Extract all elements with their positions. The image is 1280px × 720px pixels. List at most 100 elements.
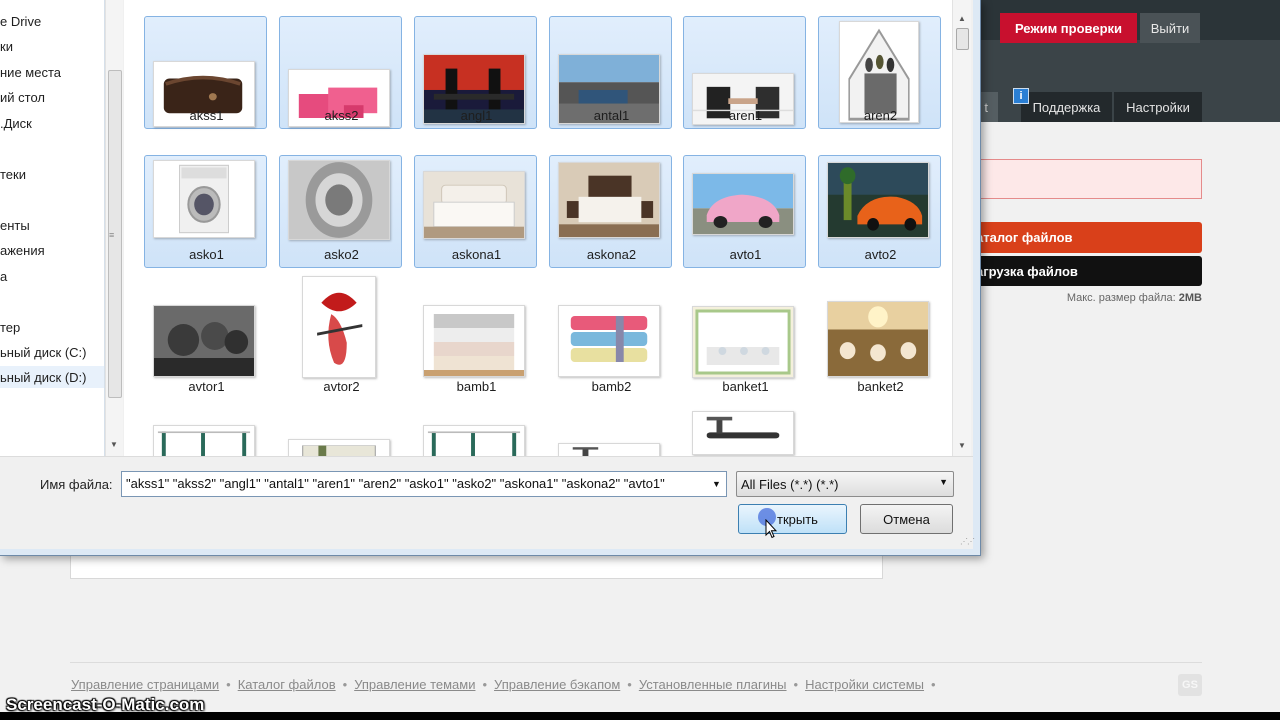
nav-item[interactable]: ние места: [0, 61, 104, 83]
file-tile[interactable]: avtor1: [144, 270, 267, 400]
shelf-icon: [423, 425, 525, 456]
open-button[interactable]: ткрыть: [738, 504, 847, 534]
review-mode-button[interactable]: Режим проверки: [1000, 13, 1137, 43]
footer-separator: •: [931, 677, 936, 692]
footer-separator: •: [342, 677, 348, 692]
file-tile[interactable]: [683, 410, 806, 456]
file-tile[interactable]: [414, 410, 537, 456]
file-tile[interactable]: banket2: [818, 270, 941, 400]
file-name: avto2: [864, 247, 897, 262]
file-catalog-button[interactable]: аталог файлов: [960, 222, 1202, 253]
chevron-down-icon: ▼: [939, 477, 948, 487]
scroll-down-icon[interactable]: ▼: [958, 441, 966, 450]
filename-input[interactable]: "akss1" "akss2" "angl1" "antal1" "aren1"…: [121, 471, 727, 497]
file-tile[interactable]: askona1: [414, 155, 537, 268]
nav-item[interactable]: [0, 188, 104, 210]
file-name: askona1: [451, 247, 502, 262]
nav-item[interactable]: e Drive: [0, 10, 104, 32]
footer-link-themes[interactable]: Управление темами: [354, 677, 475, 692]
nav-item[interactable]: ьный диск (C:): [0, 341, 104, 363]
footer-separator: •: [793, 677, 799, 692]
footer-link-catalog[interactable]: Каталог файлов: [238, 677, 336, 692]
file-name: bamb1: [456, 379, 497, 394]
info-icon: i: [1013, 88, 1029, 104]
resize-grip-icon[interactable]: ⋰⋰: [960, 537, 975, 546]
file-tile[interactable]: bamb2: [549, 270, 672, 400]
file-name: asko2: [324, 247, 359, 262]
nav-item[interactable]: а: [0, 265, 104, 287]
logout-button[interactable]: Выйти: [1140, 13, 1200, 43]
nav-item[interactable]: ки: [0, 35, 104, 57]
nav-item[interactable]: ьный диск (D:): [0, 366, 104, 388]
file-name: asko1: [189, 247, 224, 262]
file-name: avtor2: [323, 379, 360, 394]
nav-item[interactable]: ий стол: [0, 86, 104, 108]
scroll-grip-icon: ≡: [109, 230, 115, 240]
nav-item[interactable]: теки: [0, 163, 104, 185]
file-tile[interactable]: [144, 410, 267, 456]
file-name: avto1: [729, 247, 762, 262]
towels-light-icon: [423, 305, 525, 377]
filename-label: Имя файла:: [40, 477, 113, 492]
file-name: aren1: [728, 108, 763, 123]
nav-item[interactable]: [0, 290, 104, 312]
file-list: akss1 akss2 angl1 antal1 aren1 aren2 asko1 asko…: [124, 0, 952, 456]
bedroom-icon: [558, 162, 660, 238]
scroll-up-icon[interactable]: ▲: [958, 14, 966, 23]
nav-item[interactable]: .Диск: [0, 112, 104, 134]
file-name: antal1: [593, 108, 630, 123]
file-name: akss2: [324, 108, 359, 123]
treadmill-icon: [558, 443, 660, 456]
file-name: angl1: [460, 108, 493, 123]
nav-item[interactable]: [0, 137, 104, 159]
file-tile[interactable]: angl1: [414, 16, 537, 129]
cancel-button[interactable]: Отмена: [860, 504, 953, 534]
file-tile[interactable]: asko2: [279, 155, 402, 268]
file-tile[interactable]: askona2: [549, 155, 672, 268]
footer-link-pages[interactable]: Управление страницами: [71, 677, 219, 692]
footer-link-backup[interactable]: Управление бэкапом: [494, 677, 620, 692]
file-tile[interactable]: avtor2: [279, 270, 402, 400]
file-tile[interactable]: avto2: [818, 155, 941, 268]
footer-divider: [70, 662, 1202, 663]
washing-machine-icon: [153, 160, 255, 238]
pink-car-icon: [692, 173, 794, 235]
navigation-pane: e Drive ки ние места ий стол .Диск теки енты аж…: [0, 0, 105, 456]
file-tile[interactable]: avto1: [683, 155, 806, 268]
max-size-value: 2MB: [1178, 292, 1202, 304]
file-upload-button[interactable]: агрузка файлов: [960, 256, 1202, 286]
nav-item[interactable]: ажения: [0, 239, 104, 261]
tab-settings[interactable]: Настройки: [1114, 92, 1202, 122]
footer-link-settings[interactable]: Настройки системы: [805, 677, 924, 692]
nav-item[interactable]: тер: [0, 316, 104, 338]
scroll-down-icon[interactable]: ▼: [110, 440, 118, 449]
file-tile[interactable]: banket1: [683, 270, 806, 400]
file-tile[interactable]: akss1: [144, 16, 267, 129]
file-type-select[interactable]: All Files (*.*) (*.*) ▼: [736, 471, 954, 497]
shelf-icon: [153, 425, 255, 456]
box-icon: [288, 439, 390, 456]
max-file-size-note: Макс. размер файла: 2MB: [1067, 292, 1202, 304]
file-name: aren2: [863, 108, 898, 123]
file-tile[interactable]: bamb1: [414, 270, 537, 400]
footer-link-plugins[interactable]: Установленные плагины: [639, 677, 787, 692]
nav-item[interactable]: енты: [0, 214, 104, 236]
file-tile[interactable]: akss2: [279, 16, 402, 129]
files-scroll-thumb[interactable]: [956, 28, 969, 50]
file-tile[interactable]: aren1: [683, 16, 806, 129]
file-tile[interactable]: [279, 410, 402, 456]
files-scrollbar[interactable]: ▲ ▼: [952, 0, 971, 456]
file-tile[interactable]: asko1: [144, 155, 267, 268]
portrait-photo-icon: [153, 305, 255, 377]
file-name: avtor1: [188, 379, 225, 394]
footer-separator: •: [627, 677, 632, 692]
white-bed-icon: [423, 171, 525, 239]
file-tile[interactable]: antal1: [549, 16, 672, 129]
chevron-down-icon[interactable]: ▼: [707, 472, 726, 496]
file-tile[interactable]: aren2: [818, 16, 941, 129]
nav-scrollbar[interactable]: ≡ ▼: [105, 0, 123, 456]
file-tile[interactable]: [549, 410, 672, 456]
banquet-gold-icon: [827, 301, 929, 377]
tab-support[interactable]: Поддержка: [1021, 92, 1112, 122]
file-name: akss1: [189, 108, 224, 123]
